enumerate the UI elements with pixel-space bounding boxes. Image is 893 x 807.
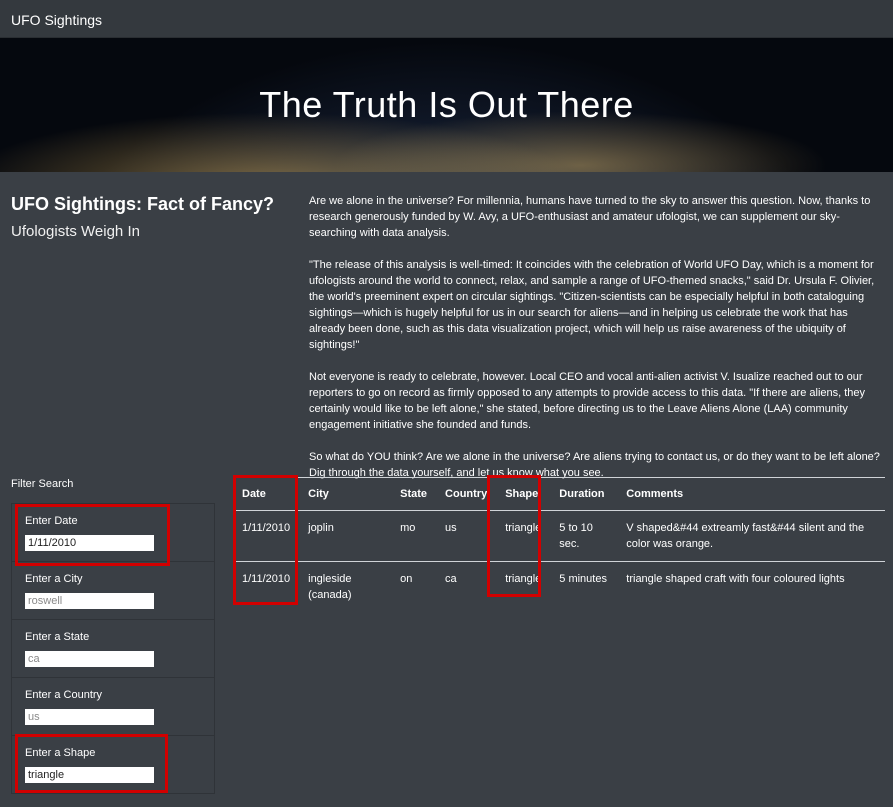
filter-state: Enter a State [12, 620, 214, 678]
brand-link[interactable]: UFO Sightings [11, 12, 102, 28]
cell-city: joplin [299, 510, 392, 562]
cell-state: on [400, 573, 413, 585]
filter-state-label: Enter a State [25, 631, 90, 643]
page-subtitle: Ufologists Weigh In [11, 223, 140, 240]
highlight-date-filter [15, 504, 170, 566]
ufo-table: Date City State Country Shape Duration C… [233, 477, 885, 612]
filter-search-title: Filter Search [11, 478, 74, 490]
article-paragraph: Not everyone is ready to celebrate, howe… [309, 371, 866, 431]
cell-comments: triangle shaped craft with four coloured… [626, 573, 845, 585]
column-header-state: State [391, 477, 437, 511]
highlight-shape-column [487, 475, 541, 597]
filter-country-label: Enter a Country [25, 689, 103, 701]
navbar: UFO Sightings [0, 0, 893, 38]
table-row: 1/11/2010 ingleside (canada) on ca trian… [233, 562, 885, 613]
cell-duration: 5 to 10 sec. [550, 510, 618, 562]
filter-city-label: Enter a City [25, 573, 83, 585]
hero-banner: The Truth Is Out There [0, 38, 893, 172]
article-paragraph: Are we alone in the universe? For millen… [309, 195, 871, 239]
article-paragraph: "The release of this analysis is well-ti… [309, 259, 875, 351]
highlight-date-column [233, 475, 298, 605]
cell-comments: V shaped&#44 extreamly fast&#44 silent a… [617, 510, 885, 562]
column-header-comments: Comments [617, 477, 885, 511]
city-input[interactable] [25, 593, 154, 609]
filter-city: Enter a City [12, 562, 214, 620]
filter-country: Enter a Country [12, 678, 214, 736]
cell-state: mo [391, 510, 437, 562]
cell-duration: 5 minutes [559, 573, 607, 585]
state-input[interactable] [25, 651, 154, 667]
column-header-city: City [299, 477, 392, 511]
column-header-duration: Duration [550, 477, 618, 511]
table-header-row: Date City State Country Shape Duration C… [233, 477, 885, 511]
intro-header: UFO Sightings: Fact of Fancy? Ufologists… [11, 194, 274, 240]
hero-title: The Truth Is Out There [259, 84, 634, 125]
country-input[interactable] [25, 709, 154, 725]
article-body: Are we alone in the universe? For millen… [309, 193, 885, 497]
page-title: UFO Sightings: Fact of Fancy? [11, 194, 275, 214]
table-row: 1/11/2010 joplin mo us triangle 5 to 10 … [233, 510, 885, 562]
cell-city: ingleside (canada) [308, 573, 352, 601]
highlight-shape-filter [15, 734, 168, 793]
